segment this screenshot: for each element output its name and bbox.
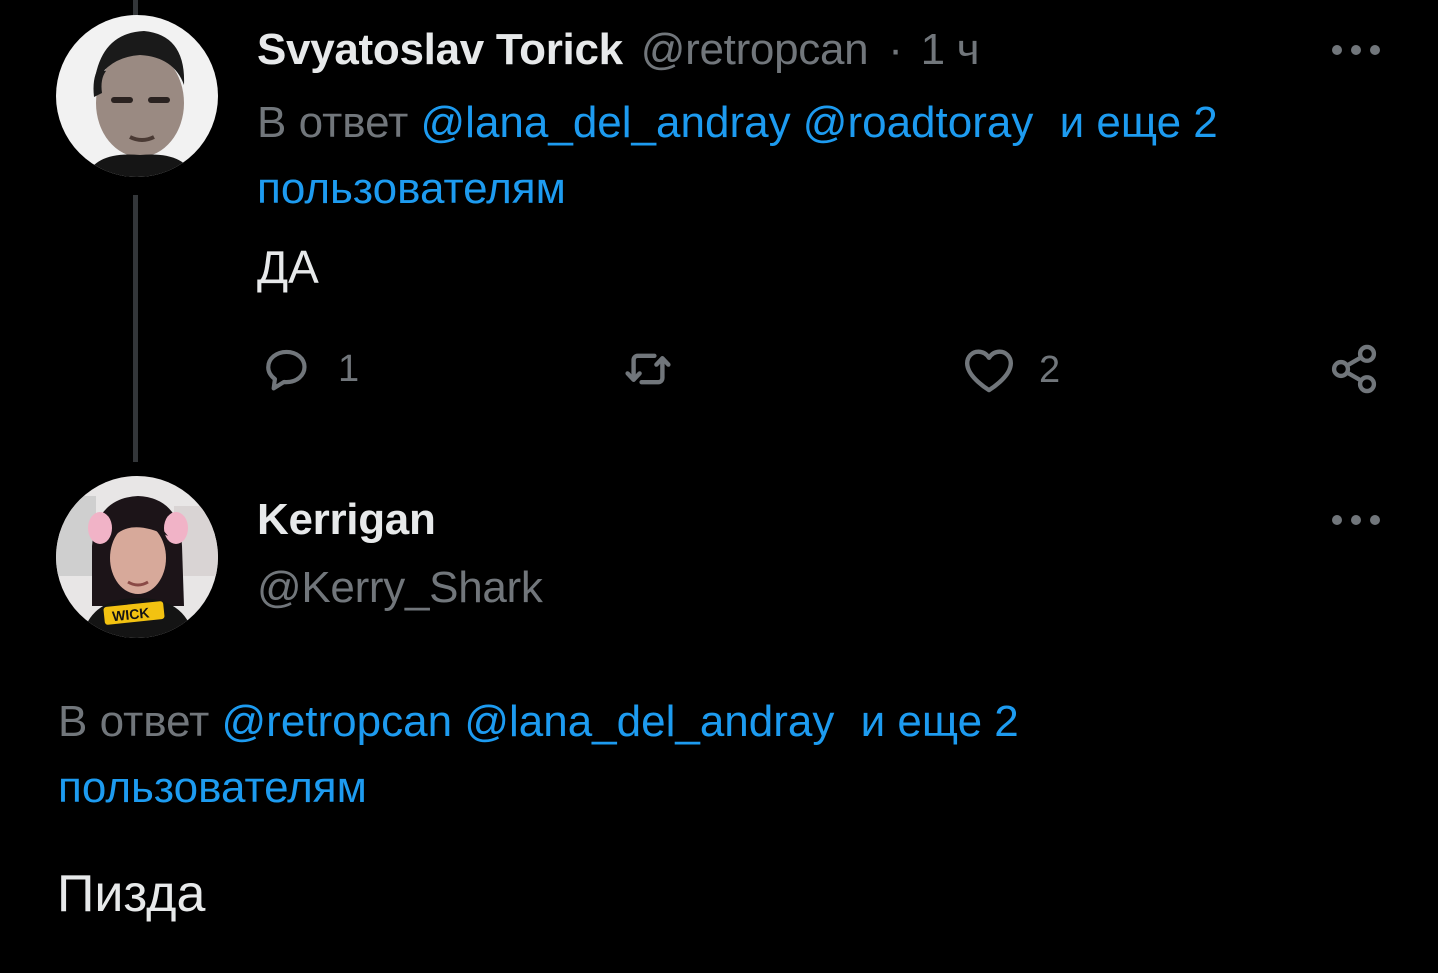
avatar-svyatoslav-image: [56, 15, 218, 177]
tweet1-mention-lana[interactable]: @lana_del_andray: [421, 98, 791, 147]
tweet2-mention-retropcan[interactable]: @retropcan: [222, 697, 453, 746]
thread-line-connector: [133, 195, 138, 462]
tweet1-timestamp[interactable]: 1 ч: [921, 25, 980, 74]
tweet2-reply-context: В ответ @retropcan @lana_del_andray и ещ…: [58, 689, 1019, 821]
tweet2-more-users-cont[interactable]: пользователям: [58, 755, 1019, 821]
tweet1-more-users[interactable]: и еще 2: [1060, 98, 1218, 147]
tweet2-reply-prefix: В ответ: [58, 697, 210, 746]
tweet1-retweet-button[interactable]: [619, 345, 699, 393]
tweet1-share-button[interactable]: [1328, 342, 1380, 396]
tweet2-display-name[interactable]: Kerrigan: [257, 495, 436, 545]
conversation-thread: Svyatoslav Torick @retropcan · 1 ч В отв…: [0, 0, 1438, 973]
tweet1-header: Svyatoslav Torick @retropcan · 1 ч: [257, 25, 980, 75]
reply-bubble-icon: [266, 349, 307, 391]
tweet1-separator: ·: [888, 25, 903, 74]
tweet1-reply-line1: В ответ @lana_del_andray @roadtoray и ещ…: [257, 90, 1218, 156]
avatar-kerrigan[interactable]: WICK: [56, 476, 218, 638]
tweet1-like-count: 2: [1039, 348, 1061, 391]
avatar-svyatoslav[interactable]: [56, 15, 218, 177]
tweet1-display-name[interactable]: Svyatoslav Torick: [257, 25, 623, 74]
tweet1-reply-count: 1: [338, 347, 360, 390]
tweet2-more-users[interactable]: и еще 2: [861, 697, 1019, 746]
tweet1-reply-context: В ответ @lana_del_andray @roadtoray и ещ…: [257, 90, 1218, 222]
tweet2-handle[interactable]: @Kerry_Shark: [257, 563, 543, 613]
tweet1-reply-button[interactable]: 1: [258, 344, 359, 394]
tweet2-text: Пизда: [57, 865, 206, 923]
tweet2-reply-line1: В ответ @retropcan @lana_del_andray и ещ…: [58, 689, 1019, 755]
tweet1-reply-prefix: В ответ: [257, 98, 409, 147]
tweet1-text: ДА: [257, 241, 319, 293]
tweet2-more-icon[interactable]: [1332, 512, 1382, 526]
tweet1-more-icon[interactable]: [1332, 42, 1382, 56]
tweet1-handle[interactable]: @retropcan: [641, 25, 869, 74]
share-icon: [1331, 344, 1377, 394]
tweet1-like-button[interactable]: 2: [961, 346, 1060, 394]
heart-icon: [965, 349, 1013, 393]
retweet-icon: [625, 353, 671, 385]
tweet1-mention-roadtoray[interactable]: @roadtoray: [803, 98, 1034, 147]
tweet1-more-users-cont[interactable]: пользователям: [257, 156, 1218, 222]
tweet2-mention-lana[interactable]: @lana_del_andray: [464, 697, 834, 746]
avatar-kerrigan-image: WICK: [56, 476, 218, 638]
